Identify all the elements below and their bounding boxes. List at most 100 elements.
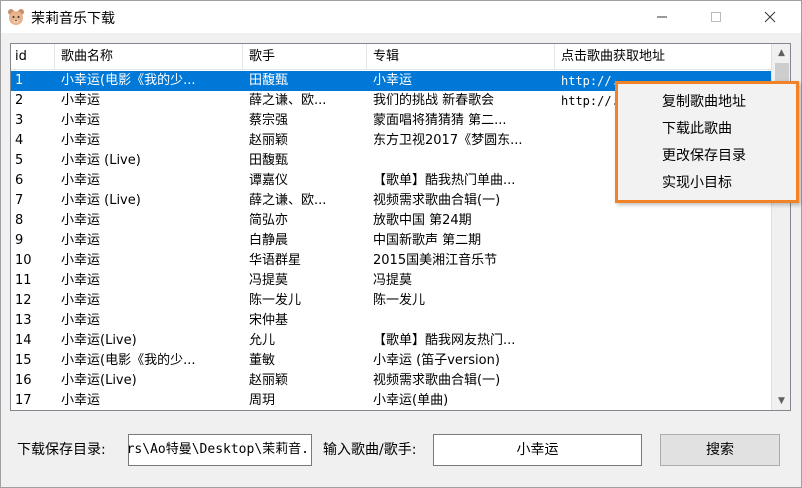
column-header-singer[interactable]: 歌手 [243,44,367,70]
cell-url [555,251,771,271]
table-row[interactable]: 9 小幸运 白静晨 中国新歌声 第二期 [11,231,771,251]
cell-singer: 薛之谦、欧... [249,93,327,108]
search-label: 输入歌曲/歌手: [323,442,417,458]
cell-song-name: 小幸运 [61,93,101,108]
cell-album: 【歌单】酷我热门单曲... [373,173,516,188]
chevron-down-icon: ▼ [778,396,785,406]
cell-singer: 华语群星 [249,253,302,268]
cell-song-name: 小幸运(Live) [61,373,137,388]
table-row[interactable]: 8 小幸运 简弘亦 放歌中国 第24期 [11,211,771,231]
column-header-id[interactable]: id [11,44,55,70]
cell-id: 2 [15,93,24,108]
cell-url [555,391,771,410]
scroll-up-button[interactable]: ▲ [772,44,790,62]
minimize-button[interactable] [639,1,685,33]
cell-song-name: 小幸运 [61,233,101,248]
cell-album: 冯提莫 [373,273,413,288]
table-row[interactable]: 17 小幸运 周玥 小幸运(单曲) [11,391,771,410]
cell-singer: 董敏 [249,353,276,368]
column-header-song-name[interactable]: 歌曲名称 [55,44,243,70]
cell-singer: 宋仲基 [249,313,289,328]
cell-song-name: 小幸运 [61,213,101,228]
chevron-up-icon: ▲ [778,48,785,58]
close-button[interactable] [747,1,793,33]
cell-id: 8 [15,213,24,228]
cell-song-name: 小幸运 [61,313,101,328]
close-icon [764,11,776,23]
cell-url [555,231,771,251]
table-row[interactable]: 14 小幸运(Live) 允儿 【歌单】酷我网友热门... [11,331,771,351]
cell-id: 17 [15,393,32,408]
cell-url [555,331,771,351]
column-header-album[interactable]: 专辑 [367,44,555,70]
save-dir-input[interactable]: C:\Users\Ao特曼\Desktop\茉莉音. [128,434,312,466]
cell-album: 小幸运 [373,73,413,88]
app-window: 茉莉音乐下载 id 歌曲名称 歌手 专辑 点击歌曲获取地址 1 小幸运(电影《我的… [0,0,802,488]
cell-singer: 冯提莫 [249,273,289,288]
menu-item-copy-url[interactable]: 复制歌曲地址 [618,89,796,116]
cell-singer: 白静晨 [249,233,289,248]
cell-singer: 简弘亦 [249,213,289,228]
search-input[interactable]: 小幸运 [433,434,642,466]
cell-song-name: 小幸运(电影《我的少... [61,353,196,368]
cell-album: 我们的挑战 新春歌会 [373,93,495,108]
cell-album: 【歌单】酷我网友热门... [373,333,516,348]
cell-album [367,151,555,171]
cell-album: 视频需求歌曲合辑(一) [373,193,501,208]
table-row[interactable]: 12 小幸运 陈一发儿 陈一发儿 [11,291,771,311]
cell-song-name: 小幸运 [61,253,101,268]
maximize-button[interactable] [693,1,739,33]
cell-song-name: 小幸运(电影《我的少... [61,73,196,88]
cell-url [555,371,771,391]
cell-url [555,311,771,331]
save-dir-label: 下载保存目录: [17,442,106,458]
table-row[interactable]: 13 小幸运 宋仲基 [11,311,771,331]
cell-id: 15 [15,353,32,368]
context-menu: 复制歌曲地址 下载此歌曲 更改保存目录 实现小目标 [615,81,799,203]
title-bar[interactable]: 茉莉音乐下载 [1,1,801,33]
cell-id: 16 [15,373,32,388]
cell-album: 放歌中国 第24期 [373,213,472,228]
cell-singer: 赵丽颖 [249,133,289,148]
cell-album [367,311,555,331]
app-bear-icon [8,9,24,25]
cell-id: 1 [15,73,24,88]
cell-id: 14 [15,333,32,348]
cell-singer: 田馥甄 [249,153,289,168]
cell-id: 13 [15,313,32,328]
cell-singer: 谭嘉仪 [249,173,289,188]
cell-id: 7 [15,193,24,208]
cell-id: 9 [15,233,24,248]
cell-singer: 薛之谦、欧... [249,193,327,208]
cell-singer: 周玥 [249,393,276,408]
cell-singer: 陈一发儿 [249,293,302,308]
cell-url [555,211,771,231]
cell-song-name: 小幸运 [61,393,101,408]
scroll-down-button[interactable]: ▼ [772,392,790,410]
cell-singer: 田馥甄 [249,73,289,88]
table-row[interactable]: 15 小幸运(电影《我的少... 董敏 小幸运 (笛子version) [11,351,771,371]
cell-url [555,351,771,371]
cell-song-name: 小幸运 [61,273,101,288]
cell-song-name: 小幸运 [61,133,101,148]
column-header-url[interactable]: 点击歌曲获取地址 [555,44,771,70]
cell-singer: 赵丽颖 [249,373,289,388]
window-title: 茉莉音乐下载 [31,11,115,27]
menu-item-small-goal[interactable]: 实现小目标 [618,170,796,197]
cell-singer: 蔡宗强 [249,113,289,128]
cell-song-name: 小幸运 [61,113,101,128]
cell-album: 东方卫视2017《梦圆东... [373,133,523,148]
cell-album: 小幸运(单曲) [373,393,449,408]
cell-album: 视频需求歌曲合辑(一) [373,373,501,388]
search-button[interactable]: 搜索 [660,434,780,466]
menu-item-change-save-dir[interactable]: 更改保存目录 [618,143,796,170]
save-dir-value: C:\Users\Ao特曼\Desktop\茉莉音. [128,442,309,457]
maximize-icon [711,12,721,22]
table-row[interactable]: 10 小幸运 华语群星 2015国美湘江音乐节 [11,251,771,271]
table-row[interactable]: 16 小幸运(Live) 赵丽颖 视频需求歌曲合辑(一) [11,371,771,391]
cell-song-name: 小幸运 (Live) [61,193,141,208]
menu-item-download-song[interactable]: 下载此歌曲 [618,116,796,143]
table-row[interactable]: 11 小幸运 冯提莫 冯提莫 [11,271,771,291]
cell-id: 12 [15,293,32,308]
cell-album: 蒙面唱将猜猜猜 第二... [373,113,507,128]
